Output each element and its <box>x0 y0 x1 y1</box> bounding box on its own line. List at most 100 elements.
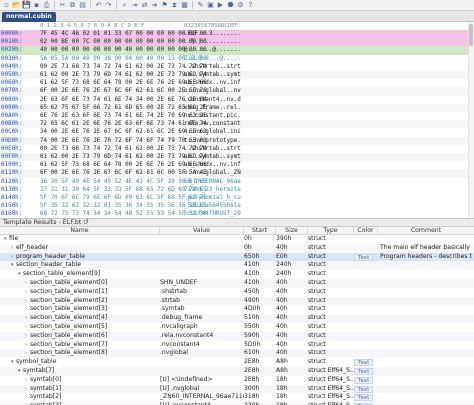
hex-row[interactable]: 0120h: 36 30 5F 49 4E 54 45 52 4E 41 4C 5… <box>0 178 474 186</box>
hex-row-ascii[interactable]: ab_shndx..nv.inf <box>184 79 244 87</box>
hex-row-bytes[interactable]: 72 65 6C 61 2E 6E 76 2E 63 6F 6E 73 74 6… <box>40 120 207 128</box>
tree-row[interactable]: › symtab[1] [U] .nvglobal 300h 18h struct Elf… <box>0 384 474 394</box>
hex-row-bytes[interactable]: 34 00 2E 6E 76 2E 67 6C 6F 62 61 6C 2E 6… <box>40 128 207 136</box>
hex-row[interactable]: 0040h: 00 2E 73 68 73 74 72 74 61 62 00 2… <box>0 63 474 71</box>
hex-row-bytes[interactable]: 61 62 00 2E 73 79 6D 74 61 62 00 2E 73 7… <box>40 153 207 161</box>
tree-row-name[interactable]: ▾ section_header_table <box>0 261 158 270</box>
column-header-start[interactable]: Start <box>244 227 276 235</box>
hex-row-ascii[interactable]: .constant4..nv.d <box>184 96 244 104</box>
hex-editor[interactable]: 0 1 2 3 4 5 6 7 8 9 A B C D E F 01234567… <box>0 22 474 218</box>
tree-row[interactable]: › section_table_element[6] .rela.nvconstan… <box>0 331 474 341</box>
tree-row-color[interactable] <box>354 341 378 350</box>
hex-row[interactable]: 0050h: 61 62 00 2E 73 79 6D 74 61 62 00 2… <box>0 71 474 80</box>
hex-row-ascii[interactable]: ab..symtab..symt <box>184 71 244 79</box>
hex-row-bytes[interactable]: 61 62 00 2E 73 79 6D 74 61 62 00 2E 73 7… <box>40 71 207 79</box>
hex-row[interactable]: 0150h: 5F 35 32 62 32 32 61 35 36 34 35 3… <box>0 202 474 210</box>
tree-row-color[interactable]: Text <box>354 367 378 376</box>
color-chip[interactable]: Text <box>354 385 374 393</box>
hex-row-ascii[interactable]: 60_INTERNAL_96ae <box>184 178 244 186</box>
hex-row-bytes[interactable]: 2E 63 6F 6E 73 74 61 6E 74 34 00 2E 6E 7… <box>40 96 207 104</box>
tree-row-color[interactable]: Text <box>354 358 378 367</box>
hex-row-bytes[interactable]: 36 30 5F 49 4E 54 45 52 4E 41 4C 5F 39 3… <box>40 178 207 186</box>
hex-row[interactable]: 00B0h: 72 65 6C 61 2E 6E 76 2E 63 6F 6E 7… <box>0 120 474 129</box>
tree-row-color[interactable]: Text <box>354 253 378 262</box>
hex-row-bytes[interactable]: 5F 35 32 62 32 32 61 35 36 34 35 35 36 3… <box>40 202 207 210</box>
column-header-color[interactable]: Color <box>354 227 378 235</box>
hex-row[interactable]: 00F0h: 61 62 00 2E 73 79 6D 74 61 62 00 2… <box>0 153 474 162</box>
tree-row-color[interactable] <box>354 314 378 323</box>
hex-row[interactable]: 0080h: 2E 63 6F 6E 73 74 61 6E 74 34 00 2… <box>0 96 474 104</box>
tree-row[interactable]: ▾ symbol_table 2E8h A8h struct Text <box>0 358 474 367</box>
hex-row[interactable]: 00A0h: 6E 76 2E 63 6F 6E 73 74 61 6E 74 2… <box>0 112 474 120</box>
tree-row[interactable]: ▾ section_table_element[9] 410h 240h struct <box>0 270 474 279</box>
hex-row-bytes[interactable]: 37 31 31 30 64 5F 32 33 5F 68 65 72 6D 6… <box>40 186 207 194</box>
tree-row[interactable]: ›symtab[2]_ZN60_INTERNAL_96ae7110d_23_he… <box>0 393 474 402</box>
hex-row[interactable]: 0030h: 5A 05 5A 00 40 00 38 00 04 00 40 0… <box>0 55 474 63</box>
hex-row-ascii[interactable]: _polynomial_h_cu <box>184 194 244 202</box>
tree-row-name[interactable]: › program_header_table <box>0 253 158 262</box>
debug-icon[interactable]: ⬣ <box>226 1 235 10</box>
tree-row[interactable]: › section_table_element[3] .symtab 4D0h 40h s… <box>0 305 474 314</box>
hex-row[interactable]: 00C0h: 34 00 2E 6E 76 2E 67 6C 6F 62 61 6… <box>0 128 474 136</box>
tree-row-color[interactable] <box>354 332 378 341</box>
hex-row[interactable]: 0160h: 68 72 75 73 74 34 34 54 48 52 55 5… <box>0 210 474 218</box>
hex-row-ascii[interactable]: ..¾.|........... <box>184 38 244 46</box>
tree-row-name[interactable]: ▾ section_table_element[9] <box>0 270 158 279</box>
hex-row-bytes[interactable]: 6F 00 2E 6E 76 2E 67 6C 6F 62 61 6C 00 2… <box>40 87 207 95</box>
tree-row[interactable]: › section_table_element[5] .nvcallgraph 550… <box>0 323 474 332</box>
tree-row-name[interactable]: › symtab[0] <box>0 376 158 385</box>
hex-row-bytes[interactable]: 40 00 00 00 00 00 00 00 40 00 00 00 00 0… <box>40 46 207 54</box>
tree-row-name[interactable]: › section_table_element[2] <box>0 297 158 306</box>
column-header-comment[interactable]: Comment <box>378 227 474 235</box>
tree-row-name[interactable]: › section_table_element[1] <box>0 288 158 297</box>
save-all-icon[interactable]: ▪ <box>32 1 41 10</box>
hex-row-bytes[interactable]: 5F 70 6F 6C 79 6E 6F 6D 69 61 6C 5F 68 5… <box>40 194 207 202</box>
hex-row-ascii[interactable]: t..nv.prototype. <box>184 137 244 145</box>
open-folder-icon[interactable]: 📂 <box>12 1 21 10</box>
tree-row[interactable]: › program_header_table 650h E0h struct Progra… <box>0 252 474 262</box>
template-results-tree[interactable]: ▾ file 0h 390h struct › elf_header 0h 40h struct T… <box>0 235 474 405</box>
hex-row[interactable]: 0130h: 37 31 31 30 64 5F 32 33 5F 68 65 7… <box>0 186 474 194</box>
column-header-size[interactable]: Size <box>276 227 308 235</box>
tree-row[interactable]: › elf_header 0h 40h struct The main elf heade… <box>0 243 474 253</box>
new-file-icon[interactable]: ▫ <box>2 1 11 10</box>
hex-row[interactable]: 00E0h: 00 2E 73 68 73 74 72 74 61 62 00 2… <box>0 145 474 153</box>
hex-row[interactable]: 0070h: 6F 00 2E 6E 76 2E 67 6C 6F 62 61 6… <box>0 87 474 96</box>
bookmark-icon[interactable]: ⚑ <box>160 1 169 10</box>
tree-row-color[interactable]: Text <box>354 393 378 402</box>
hex-row-ascii[interactable]: ab..symtab..symt <box>184 153 244 161</box>
hex-row-bytes[interactable]: 65 62 75 67 5F 66 72 61 6D 65 00 2E 72 6… <box>40 104 207 112</box>
paste-icon[interactable]: ▤ <box>78 1 87 10</box>
tree-row-color[interactable] <box>354 279 378 288</box>
tree-row[interactable]: › section_table_element[7] .nvconstant4 5D0… <box>0 341 474 350</box>
hex-row-bytes[interactable]: 68 72 75 73 74 34 34 54 48 52 55 53 54 5… <box>40 210 207 218</box>
tree-row[interactable]: › section_table_element[8] .nvglobal 610h 40… <box>0 349 474 359</box>
tree-row[interactable]: › section_table_element[2] .strtab 490h 40h s… <box>0 296 474 306</box>
hex-row-bytes[interactable]: 7F 45 4C 46 02 01 01 33 07 00 00 00 00 0… <box>40 30 207 38</box>
column-header-type[interactable]: Type <box>308 227 354 235</box>
hex-scrollbar[interactable] <box>468 22 474 218</box>
goto-icon[interactable]: ➜ <box>150 1 159 10</box>
hex-row-ascii[interactable]: ab_shndx..nv.inf <box>184 161 244 169</box>
tree-row-name[interactable]: › section_table_element[7] <box>0 341 158 350</box>
redo-icon[interactable]: ↷ <box>104 1 113 10</box>
hex-scrollbar-thumb[interactable] <box>469 24 473 46</box>
undo-icon[interactable]: ↶ <box>94 1 103 10</box>
hex-row[interactable]: 0140h: 5F 70 6F 6C 79 6E 6F 6D 69 61 6C 5… <box>0 194 474 202</box>
print-icon[interactable]: ⎙ <box>42 1 51 10</box>
tree-row[interactable]: ▾ file 0h 390h struct <box>0 235 474 244</box>
tree-row-color[interactable] <box>354 297 378 306</box>
hex-row-ascii[interactable]: 4..nv.global.ini <box>184 128 244 136</box>
hex-row[interactable]: 0060h: 61 62 5F 73 68 6E 64 78 00 2E 6E 7… <box>0 79 474 87</box>
tree-row-name[interactable]: ▾ symtab[7] <box>0 367 158 376</box>
hex-row[interactable]: 0100h: 61 62 5F 73 68 6E 64 78 00 2E 6E 7… <box>0 161 474 169</box>
calculator-icon[interactable]: ▦ <box>180 1 189 10</box>
hex-row-ascii[interactable]: hrust44THRUST_20 <box>184 210 244 218</box>
tree-row[interactable]: ▾ section_header_table 410h 240h struct <box>0 261 474 271</box>
tree-row-color[interactable] <box>354 349 378 358</box>
tree-row-color[interactable] <box>354 288 378 297</box>
find-next-icon[interactable]: ⇥ <box>130 1 139 10</box>
tree-row-name[interactable]: › section_table_element[5] <box>0 323 158 332</box>
tree-row-color[interactable] <box>354 323 378 332</box>
tree-row[interactable]: ▾ symtab[7] 2E8h A8h struct Elf64_S... Text <box>0 367 474 376</box>
